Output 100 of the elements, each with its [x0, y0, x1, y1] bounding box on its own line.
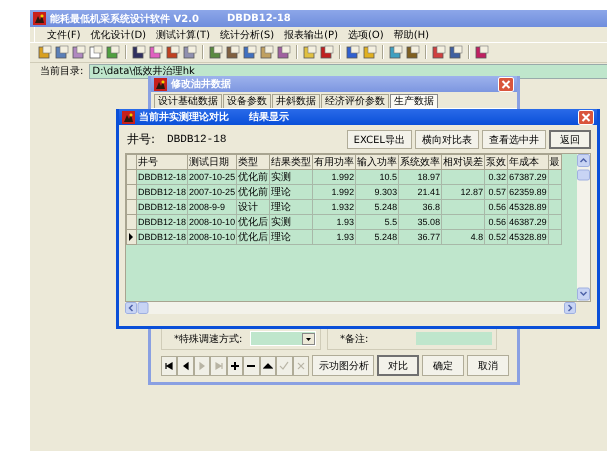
window-title-well: DBDB12-18	[226, 13, 291, 24]
toolbar-icon[interactable]	[166, 45, 180, 59]
cross-icon	[296, 360, 306, 370]
toolbar-icon[interactable]	[475, 45, 489, 59]
table-cell: 0.32	[484, 170, 508, 184]
table-cell: 实测	[270, 214, 313, 230]
table-cell: 36.8	[398, 200, 442, 214]
table-cell: 0.52	[484, 230, 508, 244]
column-header: 井号	[136, 154, 188, 170]
push-button[interactable]: 返回	[549, 130, 591, 149]
table-cell: 5.5	[356, 214, 399, 230]
table-cell: 1.992	[312, 170, 356, 184]
tab[interactable]: 经济评价参数	[321, 94, 389, 108]
table-cell: 优化前	[236, 184, 270, 200]
table-cell: 35.08	[398, 214, 442, 230]
table-cell: 67387.29	[508, 170, 548, 184]
toolbar-icon[interactable]	[183, 45, 197, 59]
table-cell: 1.93	[312, 230, 356, 244]
toolbar-icon[interactable]	[149, 45, 163, 59]
navigator-button[interactable]	[226, 356, 244, 376]
toolbar-icon[interactable]	[320, 45, 334, 59]
table-cell: DBDB12-18	[136, 214, 188, 230]
table-cell: 5.248	[356, 230, 399, 244]
toolbar-icon[interactable]	[38, 45, 52, 59]
caret-icon	[302, 332, 315, 344]
well-number: DBDB12-18	[167, 134, 226, 146]
menu-item[interactable]: 帮助(H)	[392, 28, 432, 42]
toolbar-icon[interactable]	[72, 45, 86, 59]
vertical-scrollbar[interactable]	[577, 154, 590, 301]
close-button[interactable]	[578, 110, 594, 124]
column-header: 测试日期	[188, 154, 237, 170]
push-button[interactable]: 确定	[422, 355, 464, 376]
triangle-right-icon	[197, 360, 208, 370]
remark-field[interactable]	[416, 332, 492, 345]
navigator-button[interactable]	[243, 356, 260, 376]
toolbar-icon[interactable]	[363, 45, 377, 59]
toolbar-icon[interactable]	[449, 45, 463, 59]
table-cell: 优化后	[236, 214, 270, 230]
navigator-button[interactable]	[260, 356, 276, 376]
tab[interactable]: 井斜数据	[272, 94, 320, 108]
horizontal-scrollbar[interactable]	[125, 302, 576, 314]
menu-item[interactable]: 文件(F)	[45, 28, 83, 42]
push-button[interactable]: 横向对比表	[415, 130, 479, 149]
tab[interactable]: 生产数据	[390, 94, 438, 108]
push-button[interactable]: 对比	[377, 355, 420, 376]
plus-icon	[230, 360, 240, 370]
menu-item[interactable]: 选项(O)	[346, 28, 386, 42]
directory-field[interactable]: D:\data\低效井治理hk	[89, 64, 607, 78]
push-button[interactable]: 取消	[467, 355, 510, 376]
menu-item[interactable]: 测试计算(T)	[154, 28, 212, 42]
tab[interactable]: 设备参数	[223, 94, 271, 108]
window-title: 能耗最低机采系统设计软件 V2.0	[50, 12, 199, 26]
app-logo-icon	[33, 12, 46, 25]
table-cell: 2008-9-9	[188, 200, 237, 214]
column-header: 输入功率	[356, 154, 399, 170]
table-cell: 1.932	[312, 200, 356, 214]
table-cell: 2008-10-10	[188, 230, 237, 244]
checkmark-icon	[279, 360, 290, 370]
directory-label: 当前目录:	[40, 64, 84, 78]
push-button[interactable]: 查看选中井	[482, 130, 546, 149]
tab[interactable]: 设计基础数据	[154, 94, 222, 108]
triangle-left-icon	[180, 360, 191, 370]
table-cell: DBDB12-18	[136, 170, 188, 184]
table-cell: 设计	[236, 200, 270, 214]
app-logo-icon	[154, 78, 167, 90]
toolbar-icon[interactable]	[226, 45, 240, 59]
menu-item[interactable]: 报表输出(P)	[282, 28, 340, 42]
toolbar-icon[interactable]	[346, 45, 360, 59]
table-cell: 46387.29	[508, 214, 548, 230]
menu-item[interactable]: 统计分析(S)	[218, 28, 276, 42]
toolbar-icon[interactable]	[89, 45, 103, 59]
table-cell: 62359.89	[508, 184, 548, 200]
table-cell: 1.992	[312, 184, 356, 200]
toolbar-icon[interactable]	[260, 45, 274, 59]
table-cell: 理论	[270, 200, 313, 214]
toolbar-icon[interactable]	[132, 45, 146, 59]
table-cell: 0.56	[484, 200, 508, 214]
push-button[interactable]: 示功图分析	[312, 355, 374, 376]
table-cell: 优化后	[236, 230, 270, 244]
toolbar-icon[interactable]	[209, 45, 223, 59]
table-cell: 36.77	[398, 230, 442, 244]
toolbar-icon[interactable]	[277, 45, 291, 59]
push-button[interactable]: EXCEL导出	[346, 130, 412, 149]
toolbar-icon[interactable]	[55, 45, 69, 59]
table-cell: 5.248	[356, 200, 399, 214]
toolbar-icon[interactable]	[243, 45, 257, 59]
navigator-button[interactable]	[161, 356, 178, 376]
menu-item[interactable]: 优化设计(D)	[88, 28, 148, 42]
toolbar-icon[interactable]	[432, 45, 446, 59]
toolbar-icon[interactable]	[406, 45, 420, 59]
table-cell: 0.56	[484, 214, 508, 230]
well-label: 井号:	[127, 131, 156, 148]
toolbar-icon[interactable]	[303, 45, 317, 59]
table-cell: 实测	[270, 170, 313, 184]
table-cell: 45328.89	[508, 200, 548, 214]
navigator-button[interactable]	[177, 356, 194, 376]
toolbar-icon[interactable]	[389, 45, 403, 59]
toolbar-icon[interactable]	[106, 45, 120, 59]
dropdown-field[interactable]	[250, 331, 316, 346]
table-cell: DBDB12-18	[136, 230, 188, 244]
